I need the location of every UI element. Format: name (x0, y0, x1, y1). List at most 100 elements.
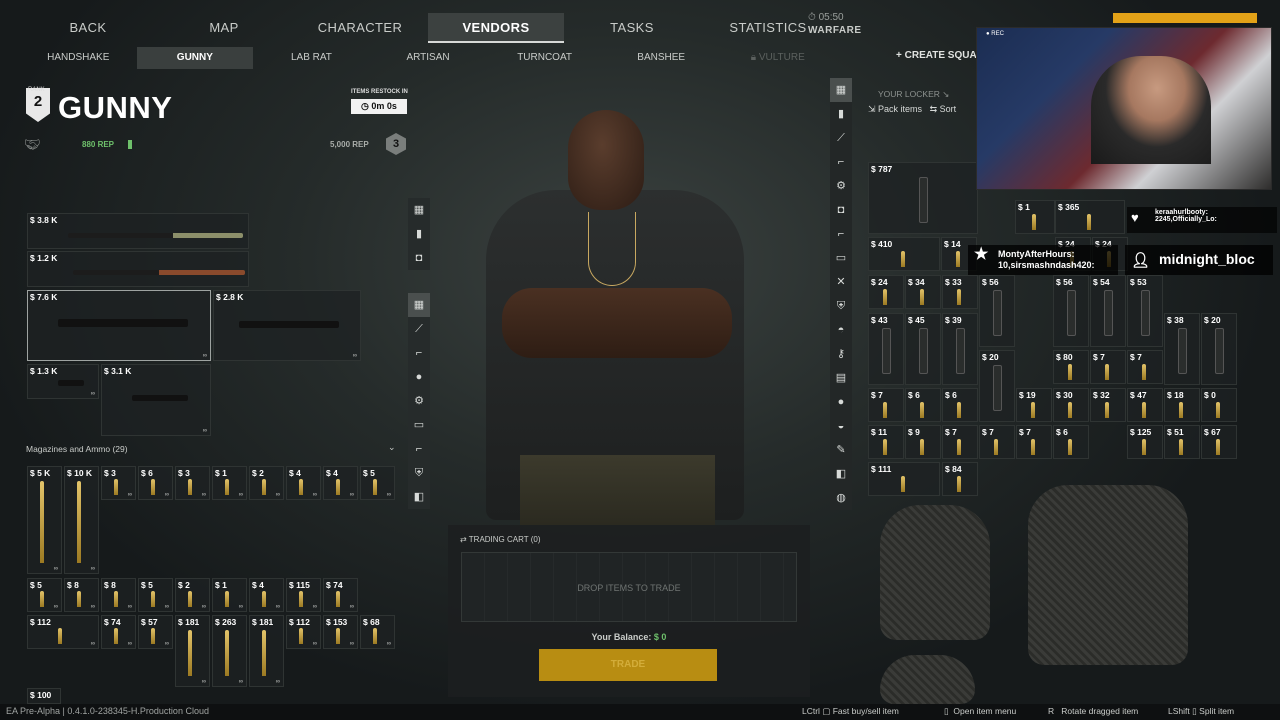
locker-item[interactable]: $ 7 (868, 388, 904, 422)
locker-item[interactable]: $ 0 (1201, 388, 1237, 422)
ammo-item[interactable]: $ 57 ∞ (138, 615, 173, 649)
locker-item[interactable]: $ 7 (1127, 350, 1163, 384)
rifle-tab-icon[interactable]: ⌐ (830, 222, 852, 246)
shell-icon[interactable]: ◍ (830, 486, 852, 510)
flashlight-icon[interactable]: ▮ (408, 222, 430, 246)
tab-map[interactable]: MAP (156, 13, 292, 43)
tab-tasks[interactable]: TASKS (564, 13, 700, 43)
ammo-item[interactable]: $ 5 ∞ (138, 578, 173, 612)
tab-back[interactable]: BACK (20, 13, 156, 43)
scope-icon[interactable]: ◘ (830, 198, 852, 222)
grid-icon[interactable]: ▦ (408, 198, 430, 222)
vendor-tab-vulture[interactable]: 🔒︎ VULTURE (719, 47, 836, 69)
ammo-item[interactable]: $ 2 ∞ (249, 466, 284, 500)
pistol-tab-icon[interactable]: ⌐ (830, 150, 852, 174)
locker-item[interactable]: $ 19 (1016, 388, 1052, 422)
ammo-item[interactable]: $ 4 ∞ (249, 578, 284, 612)
locker-item[interactable]: $ 125 (1127, 425, 1163, 459)
ammo-item[interactable]: $ 3 ∞ (175, 466, 210, 500)
locker-item[interactable]: $ 11 (868, 425, 904, 459)
ammo-item[interactable]: $ 4 ∞ (323, 466, 358, 500)
locker-item[interactable]: $ 6 (942, 388, 978, 422)
cart-drop-zone[interactable]: DROP ITEMS TO TRADE (461, 552, 797, 622)
locker-item[interactable]: $ 24 (868, 275, 904, 309)
locker-item[interactable]: $ 38 (1164, 313, 1200, 385)
locker-item[interactable]: $ 787 (868, 162, 978, 234)
grid-icon[interactable]: ▦ (408, 293, 430, 317)
ammo-item[interactable]: $ 153 ∞ (323, 615, 358, 649)
key-icon[interactable]: ⚷ (830, 342, 852, 366)
locker-item[interactable]: $ 33 (942, 275, 978, 309)
trade-button[interactable]: TRADE (539, 649, 717, 681)
weapon-shotgun-wood[interactable]: $ 1.2 K (27, 251, 249, 287)
vest-icon[interactable]: ⛨ (830, 294, 852, 318)
magazine-icon[interactable]: ▭ (408, 413, 430, 437)
tab-character[interactable]: CHARACTER (292, 13, 428, 43)
scope-icon[interactable]: ◘ (408, 246, 430, 270)
ammo-item[interactable]: $ 3 ∞ (101, 466, 136, 500)
vendor-tab-turncoat[interactable]: TURNCOAT (486, 47, 603, 69)
ammo-item[interactable]: $ 10 K ∞ (64, 466, 99, 574)
ammo-item[interactable]: $ 5 K ∞ (27, 466, 62, 574)
ammo-item[interactable]: $ 5 ∞ (360, 466, 395, 500)
locker-item[interactable]: $ 7 (979, 425, 1015, 459)
weapon-pistol[interactable]: $ 1.3 K ∞ (27, 364, 99, 399)
gear-icon[interactable]: ⚙ (408, 389, 430, 413)
ammo-item[interactable]: $ 263 ∞ (212, 615, 247, 687)
locker-item[interactable]: $ 84 (942, 462, 978, 496)
ammo-item[interactable]: $ 181 ∞ (249, 615, 284, 687)
ammo-item[interactable]: $ 68 ∞ (360, 615, 395, 649)
flashlight-icon[interactable]: ▮ (830, 102, 852, 126)
locker-item[interactable]: $ 20 (1201, 313, 1237, 385)
ammo-item[interactable]: $ 100 (27, 688, 61, 704)
locker-item[interactable]: $ 47 (1127, 388, 1163, 422)
ammo-item[interactable]: $ 74 ∞ (323, 578, 358, 612)
locker-item[interactable]: $ 6 (905, 388, 941, 422)
vendor-tab-banshee[interactable]: BANSHEE (603, 47, 720, 69)
grenade-icon[interactable]: ● (830, 390, 852, 414)
ammo-item[interactable]: $ 8 ∞ (101, 578, 136, 612)
knife-icon[interactable]: ⟋ (408, 317, 430, 341)
weapon-shotgun-tan[interactable]: $ 3.8 K (27, 213, 249, 249)
backpack-brown[interactable] (880, 505, 990, 640)
create-squad-button[interactable]: + CREATE SQUA (896, 50, 977, 61)
locker-item[interactable]: $ 7 (942, 425, 978, 459)
tools-icon[interactable]: ✕ (830, 270, 852, 294)
bag-icon[interactable]: ◒ (830, 414, 852, 438)
locker-item[interactable]: $ 80 (1053, 350, 1089, 384)
locker-item[interactable]: $ 18 (1164, 388, 1200, 422)
locker-item[interactable]: $ 43 (868, 313, 904, 385)
vendor-tab-gunny[interactable]: GUNNY (136, 47, 254, 69)
tool-icon[interactable]: ✎ (830, 438, 852, 462)
locker-item[interactable]: $ 34 (905, 275, 941, 309)
helmet-icon[interactable]: ◓ (830, 318, 852, 342)
locker-item[interactable]: $ 45 (905, 313, 941, 385)
box-icon[interactable]: ◧ (408, 485, 430, 509)
ammo-item[interactable]: $ 112 ∞ (286, 615, 321, 649)
ammo-item[interactable]: $ 2 ∞ (175, 578, 210, 612)
armor-icon[interactable]: ▤ (830, 366, 852, 390)
ammo-item[interactable]: $ 8 ∞ (64, 578, 99, 612)
ammo-item[interactable]: $ 4 ∞ (286, 466, 321, 500)
locker-item[interactable]: $ 9 (905, 425, 941, 459)
locker-item[interactable]: $ 53 (1127, 275, 1163, 347)
locker-item[interactable]: $ 410 (868, 237, 940, 271)
locker-item[interactable]: $ 39 (942, 313, 978, 385)
locker-item[interactable]: $ 56 (1053, 275, 1089, 347)
grenade-icon[interactable]: ● (408, 365, 430, 389)
vendor-tab-handshake[interactable]: HANDSHAKE (20, 47, 137, 69)
weapon-smg[interactable]: $ 2.8 K ∞ (213, 290, 361, 361)
tab-vendors[interactable]: VENDORS (428, 13, 564, 43)
ammo-item[interactable]: $ 115 ∞ (286, 578, 321, 612)
vest-icon[interactable]: ⛨ (408, 461, 430, 485)
weapon-pistol-suppressed[interactable]: $ 3.1 K ∞ (101, 364, 211, 436)
locker-item[interactable]: $ 32 (1090, 388, 1126, 422)
locker-item[interactable]: $ 67 (1201, 425, 1237, 459)
weapon-smg-suppressed[interactable]: $ 7.6 K ∞ (27, 290, 211, 361)
locker-item[interactable]: $ 20 (979, 350, 1015, 422)
pack-items-button[interactable]: ⇲ Pack items (868, 104, 922, 114)
pistol-tab-icon[interactable]: ⌐ (408, 341, 430, 365)
locker-item[interactable]: $ 51 (1164, 425, 1200, 459)
locker-item[interactable]: $ 365 (1055, 200, 1125, 234)
locker-item[interactable]: $ 1 (1015, 200, 1055, 234)
